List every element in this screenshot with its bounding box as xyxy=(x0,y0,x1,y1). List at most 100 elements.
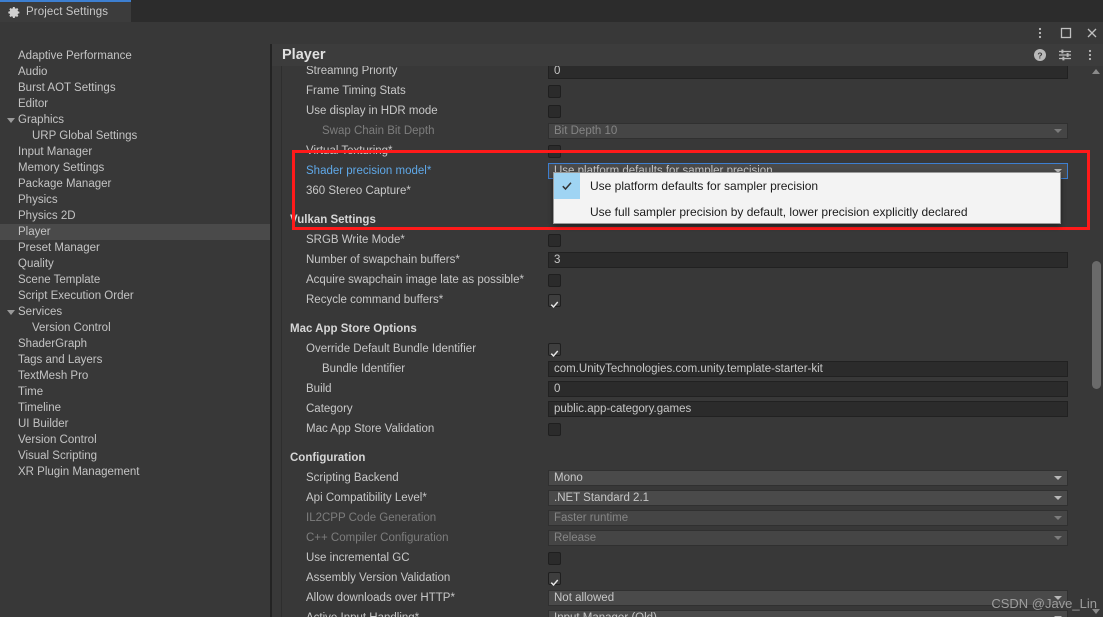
text-field-build[interactable]: 0 xyxy=(548,381,1068,397)
sidebar-item-textmesh-pro[interactable]: TextMesh Pro xyxy=(0,368,270,384)
chevron-down-icon[interactable] xyxy=(1054,129,1062,133)
preset-icon[interactable] xyxy=(1058,48,1072,62)
shader-precision-dropdown-menu[interactable]: Use platform defaults for sampler precis… xyxy=(553,172,1061,224)
dropdown-c-compiler-configuration[interactable]: Release xyxy=(548,530,1068,546)
checkbox-use-incremental-gc[interactable] xyxy=(548,551,561,565)
dropdown-il2cpp-code-generation[interactable]: Faster runtime xyxy=(548,510,1068,526)
help-icon[interactable]: ? xyxy=(1033,48,1047,62)
sidebar-item-xr-plugin-management[interactable]: XR Plugin Management xyxy=(0,464,270,480)
setting-label: Use display in HDR mode xyxy=(306,105,438,117)
sidebar-item-graphics[interactable]: Graphics xyxy=(0,112,270,128)
dropdown-allow-downloads-over-http[interactable]: Not allowed xyxy=(548,590,1068,606)
sidebar-item-services[interactable]: Services xyxy=(0,304,270,320)
setting-row-swap-chain-bit-depth: Swap Chain Bit Depth Bit Depth 10 xyxy=(290,121,1085,141)
sidebar-item-time[interactable]: Time xyxy=(0,384,270,400)
sidebar-item-timeline[interactable]: Timeline xyxy=(0,400,270,416)
sidebar-item-visual-scripting[interactable]: Visual Scripting xyxy=(0,448,270,464)
sidebar-item-scene-template[interactable]: Scene Template xyxy=(0,272,270,288)
check-icon xyxy=(554,173,580,199)
sidebar-item-adaptive-performance[interactable]: Adaptive Performance xyxy=(0,48,270,64)
dropdown-value: Input Manager (Old) xyxy=(554,612,657,617)
checkbox-srgb-write-mode[interactable] xyxy=(548,233,561,247)
tab-project-settings[interactable]: Project Settings xyxy=(0,0,131,22)
checkbox-acquire-swapchain-image-late-as-possible[interactable] xyxy=(548,273,561,287)
sidebar-item-script-execution-order[interactable]: Script Execution Order xyxy=(0,288,270,304)
sidebar-item-burst-aot-settings[interactable]: Burst AOT Settings xyxy=(0,80,270,96)
settings-sidebar[interactable]: Adaptive Performance Audio Burst AOT Setti… xyxy=(0,44,270,617)
scroll-down-arrow-icon[interactable] xyxy=(1092,609,1100,614)
panel-menu-icon[interactable] xyxy=(1083,48,1097,62)
setting-label: Recycle command buffers* xyxy=(306,294,444,306)
chevron-down-icon[interactable] xyxy=(1054,496,1062,500)
checkbox-assembly-version-validation[interactable] xyxy=(548,571,561,586)
dropdown-active-input-handling[interactable]: Input Manager (Old) xyxy=(548,610,1068,617)
dropdown-api-compatibility-level[interactable]: .NET Standard 2.1 xyxy=(548,490,1068,506)
setting-row-category: Category public.app-category.games xyxy=(290,399,1085,419)
sidebar-item-label: Player xyxy=(18,226,51,238)
sidebar-item-quality[interactable]: Quality xyxy=(0,256,270,272)
setting-label: Category xyxy=(306,403,353,415)
sidebar-item-label: Preset Manager xyxy=(18,242,100,254)
dropdown-swap-chain-bit-depth[interactable]: Bit Depth 10 xyxy=(548,123,1068,139)
chevron-down-icon[interactable] xyxy=(7,117,15,123)
sidebar-item-editor[interactable]: Editor xyxy=(0,96,270,112)
scrollbar-thumb[interactable] xyxy=(1092,261,1101,389)
chevron-down-icon[interactable] xyxy=(1054,536,1062,540)
sidebar-item-tags-and-layers[interactable]: Tags and Layers xyxy=(0,352,270,368)
sidebar-item-audio[interactable]: Audio xyxy=(0,64,270,80)
text-field-number-of-swapchain-buffers[interactable]: 3 xyxy=(548,252,1068,268)
setting-label: Bundle Identifier xyxy=(322,363,406,375)
maximize-icon[interactable] xyxy=(1059,26,1073,40)
chevron-down-icon[interactable] xyxy=(1054,596,1062,600)
tab-label: Project Settings xyxy=(26,6,109,18)
dropdown-scripting-backend[interactable]: Mono xyxy=(548,470,1068,486)
sidebar-item-label: Burst AOT Settings xyxy=(18,82,116,94)
setting-row-active-input-handling: Active Input Handling* Input Manager (Old… xyxy=(290,608,1085,617)
chevron-down-icon[interactable] xyxy=(7,309,15,315)
setting-label: Active Input Handling* xyxy=(290,612,548,617)
panel-header: Player ? xyxy=(272,44,1103,66)
setting-label: Shader precision model* xyxy=(306,165,432,177)
chevron-down-icon[interactable] xyxy=(1054,476,1062,480)
sidebar-item-shadergraph[interactable]: ShaderGraph xyxy=(0,336,270,352)
vertical-scrollbar[interactable] xyxy=(1090,66,1103,617)
sidebar-item-player[interactable]: Player xyxy=(0,224,270,240)
sidebar-item-physics[interactable]: Physics xyxy=(0,192,270,208)
checkbox-use-display-in-hdr-mode[interactable] xyxy=(548,104,561,118)
checkbox-frame-timing-stats[interactable] xyxy=(548,84,561,98)
dropdown-option-1[interactable]: Use full sampler precision by default, l… xyxy=(554,199,1060,225)
setting-label: SRGB Write Mode* xyxy=(306,234,405,246)
sidebar-item-physics-2d[interactable]: Physics 2D xyxy=(0,208,270,224)
setting-label: Virtual Texturing* xyxy=(306,145,393,157)
text-field-category[interactable]: public.app-category.games xyxy=(548,401,1068,417)
page-title: Player xyxy=(282,47,326,63)
setting-label: C++ Compiler Configuration xyxy=(306,532,449,544)
close-icon[interactable] xyxy=(1085,26,1099,40)
setting-label: Number of swapchain buffers* xyxy=(306,254,460,266)
setting-label: Acquire swapchain image late as possible… xyxy=(306,274,524,286)
setting-row-frame-timing-stats: Frame Timing Stats xyxy=(290,81,1085,101)
sidebar-item-version-control[interactable]: Version Control xyxy=(0,432,270,448)
more-options-icon[interactable] xyxy=(1033,26,1047,40)
chevron-down-icon[interactable] xyxy=(1054,516,1062,520)
dropdown-option-0[interactable]: Use platform defaults for sampler precis… xyxy=(554,173,1060,199)
sidebar-item-version-control[interactable]: Version Control xyxy=(0,320,270,336)
setting-row-il2cpp-code-generation: IL2CPP Code Generation Faster runtime xyxy=(290,508,1085,528)
inspector-scroll-area[interactable]: Streaming Priority 0 Frame Timing Stats Use… xyxy=(272,66,1103,617)
sidebar-item-label: Physics xyxy=(18,194,58,206)
checkbox-virtual-texturing[interactable] xyxy=(548,144,561,158)
checkbox-override-default-bundle-identifier[interactable] xyxy=(548,342,561,357)
sidebar-item-ui-builder[interactable]: UI Builder xyxy=(0,416,270,432)
sidebar-item-input-manager[interactable]: Input Manager xyxy=(0,144,270,160)
checkbox-mac-app-store-validation[interactable] xyxy=(548,422,561,436)
sidebar-item-label: Time xyxy=(18,386,44,398)
sidebar-item-package-manager[interactable]: Package Manager xyxy=(0,176,270,192)
sidebar-item-label: Quality xyxy=(18,258,54,270)
sidebar-item-preset-manager[interactable]: Preset Manager xyxy=(0,240,270,256)
checkbox-recycle-command-buffers[interactable] xyxy=(548,293,561,308)
sidebar-item-urp-global-settings[interactable]: URP Global Settings xyxy=(0,128,270,144)
scroll-up-arrow-icon[interactable] xyxy=(1092,69,1100,74)
text-field-bundle-identifier[interactable]: com.UnityTechnologies.com.unity.template… xyxy=(548,361,1068,377)
text-field-streaming-priority[interactable]: 0 xyxy=(548,66,1068,79)
sidebar-item-memory-settings[interactable]: Memory Settings xyxy=(0,160,270,176)
